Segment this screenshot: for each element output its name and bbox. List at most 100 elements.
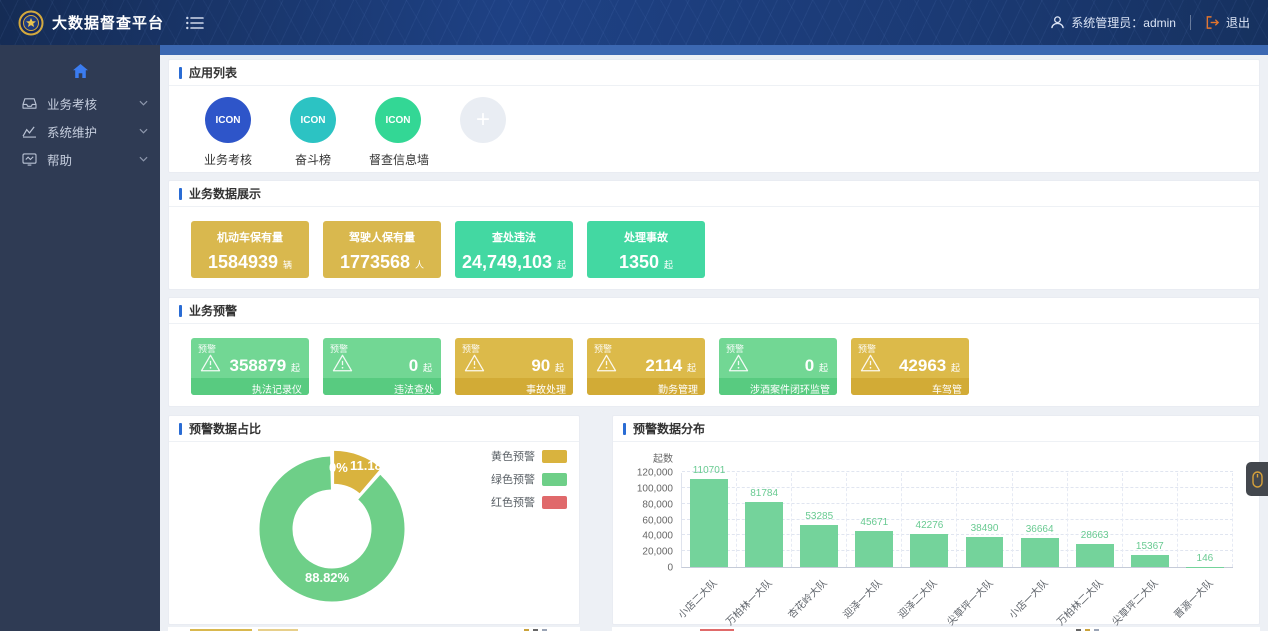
warning-card-unit: 起: [951, 363, 960, 373]
legend-item[interactable]: 绿色预警: [491, 471, 567, 487]
bar-slot: 28663万柏林二大队: [1068, 473, 1123, 567]
plus-icon: +: [460, 97, 506, 143]
title-accent-bar: [623, 423, 626, 435]
y-axis-tick: 60,000: [642, 515, 673, 526]
bar-value-label: 15367: [1123, 541, 1177, 552]
chevron-down-icon: [139, 128, 148, 134]
bar-slot: 146晋源一大队: [1178, 473, 1233, 567]
y-axis-tick: 120,000: [637, 468, 673, 479]
sidebar-item-home[interactable]: [0, 53, 160, 89]
logout-label: 退出: [1226, 14, 1250, 31]
app-list-header: 应用列表: [169, 60, 1259, 86]
bar-value-label: 110701: [682, 465, 736, 476]
pie-legend: 黄色预警绿色预警红色预警: [491, 448, 567, 517]
bar-value-label: 53285: [792, 511, 846, 522]
warning-triangle-icon: [200, 354, 221, 377]
legend-item[interactable]: 红色预警: [491, 494, 567, 510]
stat-card: 机动车保有量1584939 辆: [191, 221, 309, 278]
bar-slot: 15367尖草坪二大队: [1123, 473, 1178, 567]
stat-card-title: 处理事故: [587, 229, 705, 245]
warning-card-label: 事故处理: [455, 378, 573, 395]
warning-card-number: 2114: [645, 356, 682, 375]
legend-item[interactable]: 黄色预警: [491, 448, 567, 464]
warning-card[interactable]: 预警2114 起勤务管理: [587, 338, 705, 395]
sidebar-item-1[interactable]: 业务考核: [0, 89, 160, 117]
stat-card-title: 查处违法: [455, 229, 573, 245]
account-info[interactable]: 系统管理员：admin: [1050, 14, 1176, 31]
app-item[interactable]: ICON奋斗榜: [284, 97, 342, 168]
warning-card[interactable]: 预警90 起事故处理: [455, 338, 573, 395]
warning-card[interactable]: 预警358879 起执法记录仪: [191, 338, 309, 395]
bar: [910, 534, 948, 567]
x-axis-label: 迎泽二大队: [894, 575, 940, 621]
pie-label-red: 0%: [329, 460, 348, 475]
warning-card-unit: 起: [555, 363, 564, 373]
stat-card-unit: 起: [557, 260, 566, 270]
y-axis-tick: 80,000: [642, 499, 673, 510]
warning-card-unit: 起: [819, 363, 828, 373]
app-icon-text: ICON: [216, 115, 241, 126]
bar: [1131, 555, 1169, 567]
bar: [966, 537, 1004, 567]
business-data-panel: 业务数据展示 机动车保有量1584939 辆驾驶人保有量1773568 人查处违…: [168, 180, 1260, 290]
sidebar-item-3[interactable]: 帮助: [0, 145, 160, 173]
sidebar-item-label: 业务考核: [47, 94, 97, 113]
business-data-cards: 机动车保有量1584939 辆驾驶人保有量1773568 人查处违法24,749…: [169, 207, 1259, 278]
cutoff-panel-left: [168, 627, 580, 631]
bar: [855, 531, 893, 567]
y-axis-tick: 0: [667, 563, 673, 574]
police-badge-logo: [18, 10, 44, 36]
stat-card: 处理事故1350 起: [587, 221, 705, 278]
warning-card[interactable]: 预警0 起违法查处: [323, 338, 441, 395]
section-title: 业务数据展示: [189, 185, 261, 202]
warning-card-value: 90 起: [531, 356, 564, 376]
top-header: 大数据督查平台 系统管理员：admin 退出: [0, 0, 1268, 45]
mouse-icon: [1252, 471, 1263, 488]
stat-card: 查处违法24,749,103 起: [455, 221, 573, 278]
section-title: 应用列表: [189, 64, 237, 81]
bar-chart-plot: 110701小店二大队81784万柏林一大队53285杏花岭大队45671迎泽一…: [681, 473, 1233, 568]
warning-card-unit: 起: [687, 363, 696, 373]
gridline: [682, 471, 1233, 472]
warning-distribution-header: 预警数据分布: [613, 416, 1259, 442]
legend-color-chip: [542, 450, 567, 463]
legend-color-chip: [542, 496, 567, 509]
warning-card-label: 执法记录仪: [191, 378, 309, 395]
add-app-button[interactable]: +: [454, 97, 512, 168]
warning-card[interactable]: 预警42963 起车驾管: [851, 338, 969, 395]
section-title: 预警数据分布: [633, 420, 705, 437]
warning-card-body: 42963 起: [851, 354, 969, 377]
y-axis-tick: 20,000: [642, 547, 673, 558]
app-item[interactable]: ICON 督查信息墙: [369, 97, 427, 168]
collapse-menu-icon[interactable]: [186, 16, 204, 30]
bar: [690, 479, 728, 567]
bar-value-label: 81784: [737, 488, 791, 499]
warning-card-label: 车驾管: [851, 378, 969, 395]
app-label: 业务考核: [199, 151, 257, 168]
x-axis-label: 杏花岭大队: [784, 575, 830, 621]
stat-card-number: 1773568: [340, 252, 410, 272]
stat-card-value: 1584939 辆: [191, 252, 309, 273]
floating-widget-button[interactable]: [1246, 462, 1268, 496]
warning-ratio-panel: 预警数据占比 黄色预警绿色预警红色预警 0% 11.18% 88.82%: [168, 415, 580, 625]
warning-card-number: 42963: [899, 356, 946, 375]
x-axis-label: 小店一大队: [1004, 575, 1050, 621]
bar-value-label: 42276: [902, 520, 956, 531]
stat-card-number: 1584939: [208, 252, 278, 272]
warning-card-label: 违法查处: [323, 378, 441, 395]
sidebar-item-2[interactable]: 系统维护: [0, 117, 160, 145]
warning-triangle-icon: [332, 354, 353, 377]
warning-card-number: 0: [805, 356, 814, 375]
logout-button[interactable]: 退出: [1205, 14, 1250, 31]
help-screen-icon: [22, 153, 37, 166]
app-label: 督查信息墙: [369, 151, 427, 168]
warning-triangle-icon: [464, 354, 485, 377]
home-icon: [72, 63, 89, 79]
warning-card-unit: 起: [423, 363, 432, 373]
title-accent-bar: [179, 305, 182, 317]
app-item[interactable]: ICON 业务考核: [199, 97, 257, 168]
warning-card[interactable]: 预警0 起涉酒案件闭环监管: [719, 338, 837, 395]
bar-value-label: 45671: [847, 517, 901, 528]
app-icon: ICON: [375, 97, 421, 143]
x-axis-label: 万柏林一大队: [722, 575, 775, 628]
